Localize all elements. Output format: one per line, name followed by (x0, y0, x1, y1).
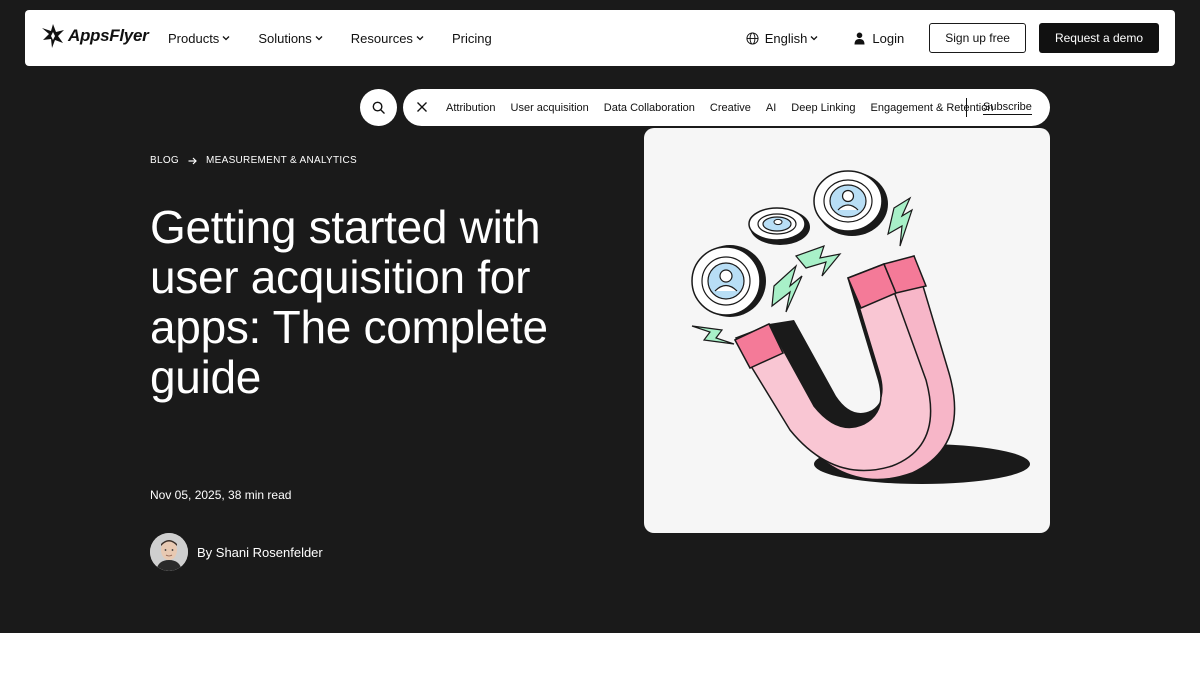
login-link[interactable]: Login (854, 31, 904, 46)
author-avatar[interactable] (150, 533, 188, 571)
sign-up-button[interactable]: Sign up free (929, 23, 1026, 53)
category-ai[interactable]: AI (766, 102, 776, 114)
category-creative[interactable]: Creative (710, 102, 751, 114)
nav-products-label: Products (168, 30, 220, 46)
search-button[interactable] (360, 89, 397, 126)
author-name[interactable]: By Shani Rosenfelder (197, 545, 323, 560)
brand-logo[interactable]: AppsFlyer (41, 22, 149, 50)
nav-resources[interactable]: Resources (351, 31, 424, 46)
category-user-acquisition[interactable]: User acquisition (511, 102, 589, 114)
globe-icon (746, 31, 759, 45)
magnet-attracting-users-illustration (691, 170, 1030, 484)
chevron-down-icon (416, 36, 424, 41)
nav-solutions-label: Solutions (258, 30, 312, 46)
category-divider (966, 98, 967, 117)
chevron-down-icon (810, 36, 818, 41)
search-icon (372, 101, 385, 114)
nav-solutions[interactable]: Solutions (258, 30, 323, 46)
appsflyer-logo-icon (42, 24, 64, 48)
category-data-collaboration[interactable]: Data Collaboration (604, 102, 695, 114)
user-icon (854, 32, 865, 44)
breadcrumb-blog[interactable]: BLOG (150, 155, 179, 166)
category-list: Attribution User acquisition Data Collab… (446, 89, 1008, 126)
top-navigation: AppsFlyer Products Solutions Resources P… (25, 10, 1175, 66)
page-title: Getting started with user acquisition fo… (150, 201, 548, 403)
login-label: Login (872, 30, 905, 46)
language-selector[interactable]: English (746, 31, 825, 46)
category-attribution[interactable]: Attribution (446, 102, 496, 114)
breadcrumb: BLOG MEASUREMENT & ANALYTICS (150, 155, 357, 166)
nav-products[interactable]: Products (168, 31, 230, 46)
nav-pricing[interactable]: Pricing (452, 31, 492, 46)
hero-illustration (644, 128, 1050, 533)
request-demo-button[interactable]: Request a demo (1038, 23, 1159, 53)
subscribe-link[interactable]: Subscribe (983, 101, 1032, 115)
article-meta: Nov 05, 2025, 38 min read (150, 488, 292, 502)
hero-section: AppsFlyer Products Solutions Resources P… (0, 0, 1200, 633)
chevron-down-icon (222, 36, 230, 41)
category-engagement-retention[interactable]: Engagement & Retention (871, 102, 994, 114)
language-label: English (764, 30, 808, 46)
author-byline: By Shani Rosenfelder (150, 533, 323, 571)
nav-actions: English Login Sign up free Request a dem… (746, 10, 1159, 66)
nav-pricing-label: Pricing (451, 30, 492, 46)
author-portrait (150, 533, 188, 571)
category-bar: Attribution User acquisition Data Collab… (403, 89, 1050, 126)
close-icon[interactable] (415, 100, 429, 114)
breadcrumb-section[interactable]: MEASUREMENT & ANALYTICS (206, 155, 357, 166)
main-nav: Products Solutions Resources Pricing (168, 10, 520, 66)
category-deep-linking[interactable]: Deep Linking (791, 102, 855, 114)
arrow-right-icon (188, 157, 197, 164)
chevron-down-icon (315, 36, 323, 41)
nav-resources-label: Resources (350, 30, 413, 46)
brand-name: AppsFlyer (68, 26, 149, 45)
